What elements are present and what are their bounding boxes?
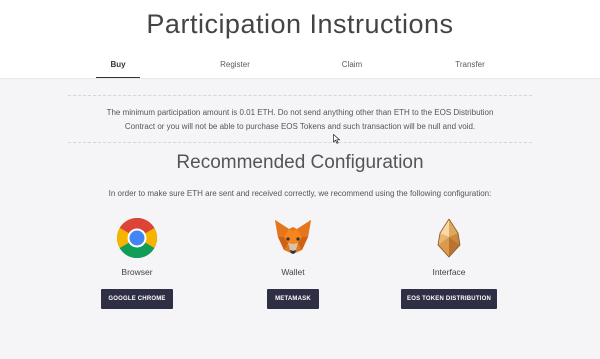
- chrome-icon: [117, 218, 157, 258]
- page-title: Participation Instructions: [146, 9, 454, 39]
- browser-label: Browser: [121, 267, 153, 277]
- tab-transfer[interactable]: Transfer: [455, 60, 485, 69]
- divider-bottom: [68, 142, 532, 143]
- eos-token-distribution-button[interactable]: EOS TOKEN DISTRIBUTION: [401, 289, 497, 309]
- google-chrome-button[interactable]: GOOGLE CHROME: [101, 289, 173, 309]
- divider-top: [68, 95, 532, 96]
- tab-bar: Buy Register Claim Transfer: [0, 60, 600, 80]
- metamask-fox-icon: [275, 220, 311, 254]
- metamask-button[interactable]: METAMASK: [267, 289, 319, 309]
- participation-notice: The minimum participation amount is 0.01…: [60, 106, 540, 134]
- config-title: Recommended Configuration: [176, 152, 424, 173]
- config-interface: Interface: [389, 217, 509, 277]
- eos-logo-icon: [437, 218, 461, 258]
- config-intro: In order to make sure ETH are sent and r…: [108, 189, 492, 198]
- tab-register[interactable]: Register: [220, 60, 250, 69]
- page-header: Participation Instructions Buy Register …: [0, 0, 600, 80]
- notice-line-2: Contract or you will not be able to purc…: [124, 122, 476, 131]
- tab-buy[interactable]: Buy: [110, 60, 125, 69]
- tab-claim[interactable]: Claim: [342, 60, 362, 69]
- config-wallet: Wallet: [233, 217, 353, 277]
- wallet-label: Wallet: [281, 267, 305, 277]
- notice-line-1: The minimum participation amount is 0.01…: [106, 108, 494, 117]
- mouse-cursor-icon: [333, 134, 341, 144]
- interface-label: Interface: [432, 267, 466, 277]
- main-content: The minimum participation amount is 0.01…: [0, 79, 600, 359]
- config-browser: Browser: [77, 217, 197, 277]
